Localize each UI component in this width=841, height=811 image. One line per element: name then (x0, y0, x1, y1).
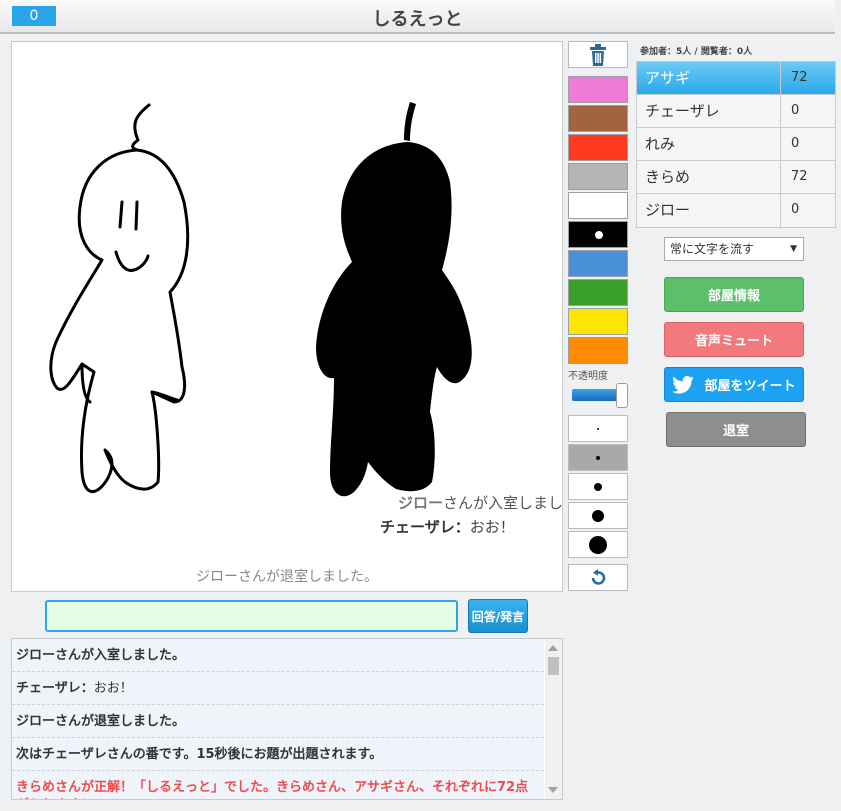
player-score: 0 (791, 136, 800, 151)
player-row: アサギ 72 (637, 62, 835, 95)
brush-size-s[interactable] (568, 444, 628, 471)
text-flow-value: 常に文字を流す (670, 242, 755, 256)
brush-size-xl[interactable] (568, 531, 628, 558)
scroll-up-icon[interactable] (548, 645, 558, 651)
participant-counts: 参加者：5人 / 閲覧者：0人 (640, 47, 753, 57)
color-swatch-white[interactable] (568, 192, 628, 219)
opacity-handle[interactable] (616, 383, 628, 408)
opacity-label: 不透明度 (568, 371, 608, 382)
outline-figure (49, 103, 190, 493)
color-swatch-gray[interactable] (568, 163, 628, 190)
chat-log[interactable]: ジローさんが入室しました。 チェーザレ：おお！ ジローさんが退室しました。 次は… (11, 638, 563, 800)
mute-button[interactable]: 音声ミュート (664, 322, 804, 357)
chat-line: チェーザレ：おお！ (12, 672, 544, 705)
scroll-thumb[interactable] (548, 657, 559, 675)
silhouette-figure (316, 102, 472, 497)
player-name: ジロー (637, 194, 781, 227)
player-name: れみ (637, 128, 781, 160)
player-score: 0 (791, 103, 800, 118)
brush-size-xs[interactable] (568, 415, 628, 442)
player-list: アサギ 72 チェーザレ 0 れみ 0 きらめ 72 ジロー 0 (636, 61, 836, 228)
answer-button[interactable]: 回答/発言 (468, 599, 528, 633)
text-flow-select[interactable]: 常に文字を流す ▼ (664, 237, 804, 261)
color-swatch-pink[interactable] (568, 76, 628, 103)
twitter-bird-icon (672, 375, 695, 394)
player-name: チェーザレ (637, 95, 781, 127)
chat-line: 次はチェーザレさんの番です。15秒後にお題が出題されます。 (12, 738, 544, 771)
floating-join-message: ジローさんが入室しまし (398, 494, 564, 512)
tweet-button[interactable]: 部屋をツイート (664, 367, 804, 402)
player-row: チェーザレ 0 (637, 95, 835, 128)
chat-line-correct: きらめさんが正解！「しるえっと」でした。きらめさん、アサギさん、それぞれに72点… (12, 771, 544, 799)
room-info-button[interactable]: 部屋情報 (664, 277, 804, 312)
clear-button[interactable] (568, 41, 628, 68)
undo-icon (591, 568, 606, 585)
player-score: 0 (791, 202, 800, 217)
color-swatch-orange[interactable] (568, 337, 628, 364)
leave-label: 退室 (722, 424, 749, 439)
color-swatch-brown[interactable] (568, 105, 628, 132)
chat-line: ジローさんが入室しました。 (12, 639, 544, 672)
color-swatch-red[interactable] (568, 134, 628, 161)
scroll-down-icon[interactable] (548, 787, 558, 793)
mute-label: 音声ミュート (694, 334, 773, 349)
chat-line: ジローさんが退室しました。 (12, 705, 544, 738)
player-score: 72 (791, 70, 808, 85)
answer-input[interactable] (45, 600, 458, 632)
tweet-label: 部屋をツイート (704, 379, 796, 394)
opacity-slider[interactable] (572, 383, 630, 408)
chat-scrollbar[interactable] (545, 639, 562, 799)
color-swatch-black[interactable] (568, 221, 628, 248)
brush-size-l[interactable] (568, 502, 628, 529)
undo-button[interactable] (568, 564, 628, 591)
floating-chat-message: チェーザレ：おお！ (380, 518, 515, 536)
leave-button[interactable]: 退室 (666, 412, 806, 447)
canvas-system-message: ジローさんが退室しました。 (196, 569, 378, 585)
brush-size-m[interactable] (568, 473, 628, 500)
player-row: ジロー 0 (637, 194, 835, 227)
player-name: アサギ (637, 62, 781, 94)
trash-icon (590, 43, 606, 66)
room-info-label: 部屋情報 (707, 289, 760, 304)
answer-row: 回答/発言 (11, 593, 563, 637)
player-score: 72 (791, 169, 808, 184)
player-name: きらめ (637, 161, 781, 193)
player-row: れみ 0 (637, 128, 835, 161)
drawing-canvas[interactable]: ジローさんが入室しまし チェーザレ：おお！ ジローさんが退室しました。 (11, 41, 563, 592)
top-bar: 0 しるえっと (0, 0, 835, 34)
color-swatch-yellow[interactable] (568, 308, 628, 335)
color-swatch-green[interactable] (568, 279, 628, 306)
chevron-down-icon: ▼ (790, 244, 797, 254)
color-swatch-blue[interactable] (568, 250, 628, 277)
player-row: きらめ 72 (637, 161, 835, 194)
room-title: しるえっと (372, 9, 463, 30)
